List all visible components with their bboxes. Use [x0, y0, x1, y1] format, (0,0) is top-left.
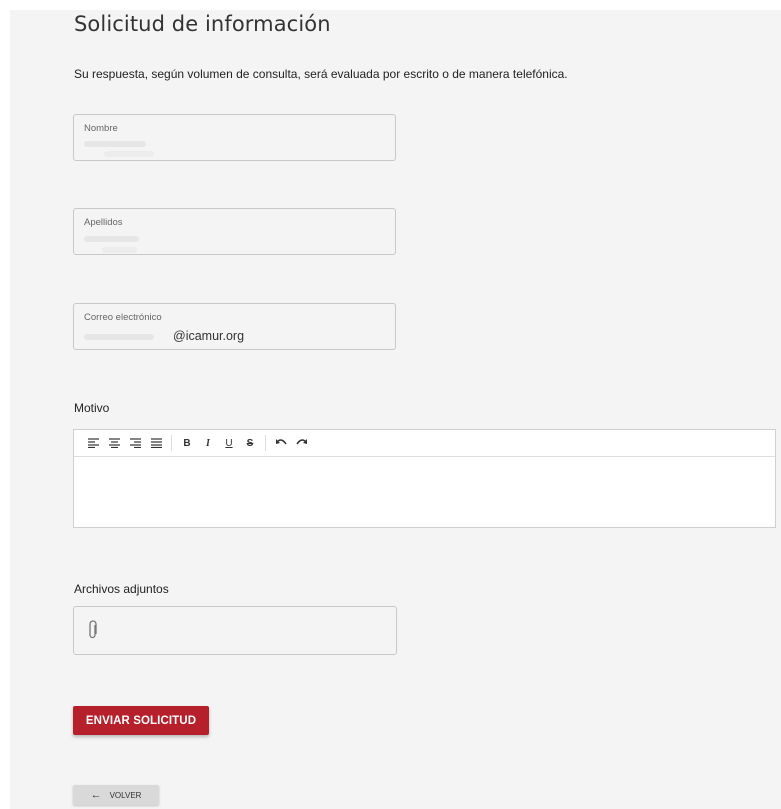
- correo-field[interactable]: Correo electrónico @icamur.org: [73, 303, 396, 350]
- editor-body[interactable]: [74, 457, 775, 529]
- toolbar-divider: [171, 435, 172, 451]
- align-left-icon[interactable]: [84, 434, 102, 452]
- apellidos-value-redacted-2: [102, 247, 137, 253]
- attachments-label: Archivos adjuntos: [74, 582, 169, 596]
- align-center-icon[interactable]: [105, 434, 123, 452]
- italic-icon[interactable]: I: [199, 434, 217, 452]
- strikethrough-icon[interactable]: S: [241, 434, 259, 452]
- nombre-value-redacted: [84, 141, 146, 147]
- correo-value-redacted: [84, 334, 154, 340]
- redo-icon[interactable]: [293, 434, 311, 452]
- bold-icon[interactable]: B: [178, 434, 196, 452]
- motivo-editor[interactable]: B I U S: [73, 429, 776, 528]
- align-right-icon[interactable]: [126, 434, 144, 452]
- page-title: Solicitud de información: [74, 12, 331, 36]
- motivo-label: Motivo: [74, 401, 110, 415]
- arrow-left-icon: ←: [90, 789, 102, 801]
- align-justify-icon[interactable]: [147, 434, 165, 452]
- toolbar-divider-2: [265, 435, 266, 451]
- apellidos-label: Apellidos: [84, 217, 123, 228]
- attachments-dropzone[interactable]: [73, 606, 397, 655]
- undo-icon[interactable]: [272, 434, 290, 452]
- nombre-label: Nombre: [84, 123, 118, 134]
- nombre-value-redacted-2: [104, 151, 154, 157]
- page-subtitle: Su respuesta, según volumen de consulta,…: [74, 67, 568, 81]
- apellidos-value-redacted: [84, 236, 139, 242]
- editor-toolbar: B I U S: [74, 430, 775, 457]
- submit-button[interactable]: ENVIAR SOLICITUD: [73, 706, 209, 735]
- nombre-field[interactable]: Nombre: [73, 114, 396, 161]
- correo-label: Correo electrónico: [84, 312, 162, 323]
- paperclip-icon[interactable]: [88, 620, 98, 645]
- back-button[interactable]: ← VOLVER: [73, 785, 159, 805]
- underline-icon[interactable]: U: [220, 434, 238, 452]
- correo-value: @icamur.org: [173, 329, 245, 343]
- apellidos-field[interactable]: Apellidos: [73, 208, 396, 255]
- back-label: VOLVER: [109, 790, 142, 800]
